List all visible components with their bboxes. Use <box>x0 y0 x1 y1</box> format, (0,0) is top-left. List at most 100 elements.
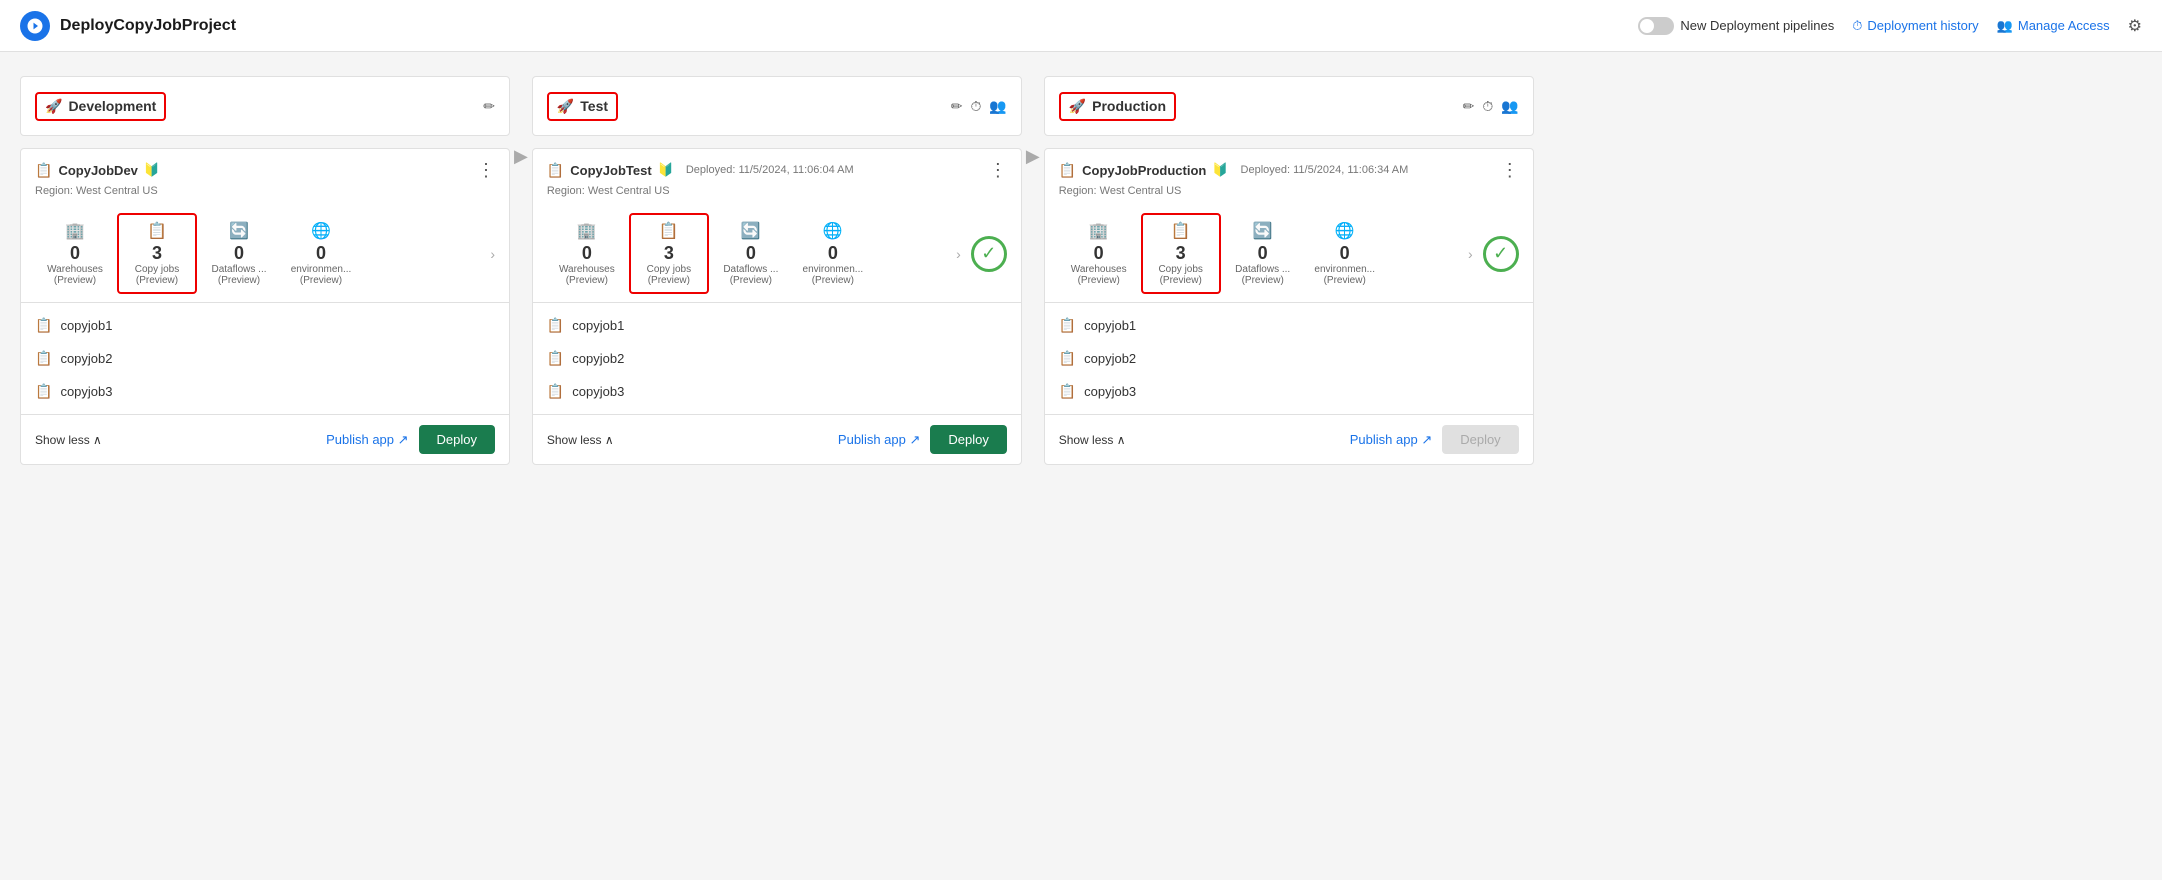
stat-item-3[interactable]: 🌐 0 environmen...(Preview) <box>281 215 361 292</box>
shield-icon: 🔰 <box>144 162 160 178</box>
app-header: DeployCopyJobProject New Deployment pipe… <box>0 0 2162 52</box>
stat-icon: 🌐 <box>823 221 843 241</box>
stat-number: 0 <box>1094 243 1104 264</box>
stat-item-1[interactable]: 📋 3 Copy jobs(Preview) <box>117 213 197 294</box>
item-copy-icon: 📋 <box>547 162 564 179</box>
publish-app-button[interactable]: Publish app ↗ <box>838 432 920 448</box>
history-stage-button[interactable]: ⏱ <box>970 98 981 115</box>
publish-app-button[interactable]: Publish app ↗ <box>1350 432 1432 448</box>
stage-arrow: ▶ <box>510 146 532 167</box>
stat-item-0[interactable]: 🏢 0 Warehouses(Preview) <box>547 215 627 292</box>
stage-header-development: 🚀Development ✏ <box>20 76 510 136</box>
stat-label: Dataflows ...(Preview) <box>211 264 266 286</box>
deployed-check-icon: ✓ <box>1483 236 1519 272</box>
card-header-test: 📋 CopyJobTest 🔰 Deployed: 11/5/2024, 11:… <box>533 149 1021 185</box>
stat-item-1[interactable]: 📋 3 Copy jobs(Preview) <box>629 213 709 294</box>
item-menu-button[interactable]: ⋮ <box>989 161 1007 179</box>
stat-icon: 🔄 <box>1253 221 1273 241</box>
item-menu-button[interactable]: ⋮ <box>477 161 495 179</box>
show-less-button[interactable]: Show less ∧ <box>1059 433 1126 447</box>
item-copy-icon: 📋 <box>1059 162 1076 179</box>
stat-item-2[interactable]: 🔄 0 Dataflows ...(Preview) <box>1223 215 1303 292</box>
card-footer-development: Show less ∧ Publish app ↗ Deploy <box>21 414 509 464</box>
job-name: copyjob3 <box>1084 384 1136 399</box>
edit-stage-button[interactable]: ✏ <box>951 98 963 115</box>
show-less-button[interactable]: Show less ∧ <box>35 433 102 447</box>
new-deployment-toggle-wrap[interactable]: New Deployment pipelines <box>1638 17 1834 35</box>
edit-stage-button[interactable]: ✏ <box>1463 98 1475 115</box>
stat-label: Warehouses(Preview) <box>1071 264 1127 286</box>
stat-item-0[interactable]: 🏢 0 Warehouses(Preview) <box>1059 215 1139 292</box>
stat-label: Copy jobs(Preview) <box>135 264 179 286</box>
stage-env-icon: 🚀 <box>557 98 574 115</box>
stat-icon: 🌐 <box>311 221 331 241</box>
stat-label: Dataflows ...(Preview) <box>723 264 778 286</box>
stage-actions-production: ✏ ⏱ 👥 <box>1463 98 1519 115</box>
item-menu-button[interactable]: ⋮ <box>1501 161 1519 179</box>
header-left: DeployCopyJobProject <box>20 11 236 41</box>
job-name: copyjob2 <box>60 351 112 366</box>
job-icon: 📋 <box>35 383 52 400</box>
history-stage-button[interactable]: ⏱ <box>1482 98 1493 115</box>
item-card-test: 📋 CopyJobTest 🔰 Deployed: 11/5/2024, 11:… <box>532 148 1022 465</box>
stat-item-3[interactable]: 🌐 0 environmen...(Preview) <box>1305 215 1385 292</box>
deployment-history-link[interactable]: ⏱ Deployment history <box>1852 18 1978 34</box>
stat-number: 3 <box>152 243 162 264</box>
item-card-production: 📋 CopyJobProduction 🔰 Deployed: 11/5/202… <box>1044 148 1534 465</box>
stage-test: 🚀Test✏⏱👥📋 CopyJobTest 🔰 Deployed: 11/5/2… <box>532 76 1022 465</box>
users-stage-button[interactable]: 👥 <box>1501 98 1518 115</box>
deploy-button[interactable]: Deploy <box>419 425 495 454</box>
stat-number: 0 <box>234 243 244 264</box>
stats-scroll-arrow[interactable]: › <box>490 246 495 262</box>
show-less-button[interactable]: Show less ∧ <box>547 433 614 447</box>
job-icon: 📋 <box>547 350 564 367</box>
stats-scroll-arrow[interactable]: › <box>956 246 961 262</box>
stat-number: 0 <box>828 243 838 264</box>
settings-button[interactable]: ⚙ <box>2128 16 2142 36</box>
new-deployment-toggle[interactable] <box>1638 17 1674 35</box>
item-title-row: 📋 CopyJobProduction 🔰 Deployed: 11/5/202… <box>1059 162 1409 179</box>
list-item: 📋 copyjob2 <box>533 342 1021 375</box>
app-title: DeployCopyJobProject <box>60 17 236 35</box>
stat-label: Copy jobs(Preview) <box>1158 264 1202 286</box>
card-header-production: 📋 CopyJobProduction 🔰 Deployed: 11/5/202… <box>1045 149 1533 185</box>
job-icon: 📋 <box>1059 383 1076 400</box>
pipeline-container: 🚀Development ✏ 📋 CopyJobDev 🔰 ⋮ Region: Wes… <box>20 76 2142 465</box>
list-item: 📋 copyjob2 <box>1045 342 1533 375</box>
users-icon: 👥 <box>1997 18 2013 34</box>
stat-item-2[interactable]: 🔄 0 Dataflows ...(Preview) <box>711 215 791 292</box>
stat-label: environmen...(Preview) <box>803 264 864 286</box>
stats-scroll-arrow[interactable]: › <box>1468 246 1473 262</box>
job-icon: 📋 <box>547 383 564 400</box>
jobs-list: 📋 copyjob1📋 copyjob2📋 copyjob3 <box>1045 303 1533 414</box>
stage-actions-test: ✏ ⏱ 👥 <box>951 98 1007 115</box>
stat-label: Copy jobs(Preview) <box>647 264 691 286</box>
item-title-row: 📋 CopyJobDev 🔰 <box>35 162 160 179</box>
stat-icon: 🏢 <box>65 221 85 241</box>
deployed-text: Deployed: 11/5/2024, 11:06:04 AM <box>686 164 854 176</box>
deploy-button[interactable]: Deploy <box>930 425 1006 454</box>
stat-icon: 🏢 <box>577 221 597 241</box>
stat-item-3[interactable]: 🌐 0 environmen...(Preview) <box>793 215 873 292</box>
users-stage-button[interactable]: 👥 <box>989 98 1006 115</box>
header-right: New Deployment pipelines ⏱ Deployment hi… <box>1638 16 2142 36</box>
stat-icon: 🔄 <box>229 221 249 241</box>
stat-item-0[interactable]: 🏢 0 Warehouses(Preview) <box>35 215 115 292</box>
manage-access-link[interactable]: 👥 Manage Access <box>1997 18 2110 34</box>
shield-icon: 🔰 <box>658 162 674 178</box>
stat-item-1[interactable]: 📋 3 Copy jobs(Preview) <box>1141 213 1221 294</box>
app-logo <box>20 11 50 41</box>
item-region: Region: West Central US <box>21 185 509 205</box>
stat-icon: 📋 <box>1171 221 1191 241</box>
stage-name-wrap-development: 🚀Development <box>35 92 166 121</box>
edit-stage-button[interactable]: ✏ <box>483 98 495 115</box>
stat-label: Warehouses(Preview) <box>559 264 615 286</box>
stage-production: 🚀Production✏⏱👥📋 CopyJobProduction 🔰 Depl… <box>1044 76 1534 465</box>
stat-item-2[interactable]: 🔄 0 Dataflows ...(Preview) <box>199 215 279 292</box>
deploy-button[interactable]: Deploy <box>1442 425 1518 454</box>
stat-icon: 📋 <box>659 221 679 241</box>
stats-row: 🏢 0 Warehouses(Preview)📋 3 Copy jobs(Pre… <box>1045 205 1533 302</box>
footer-right: Publish app ↗ Deploy <box>838 425 1007 454</box>
job-icon: 📋 <box>1059 317 1076 334</box>
publish-app-button[interactable]: Publish app ↗ <box>326 432 408 448</box>
